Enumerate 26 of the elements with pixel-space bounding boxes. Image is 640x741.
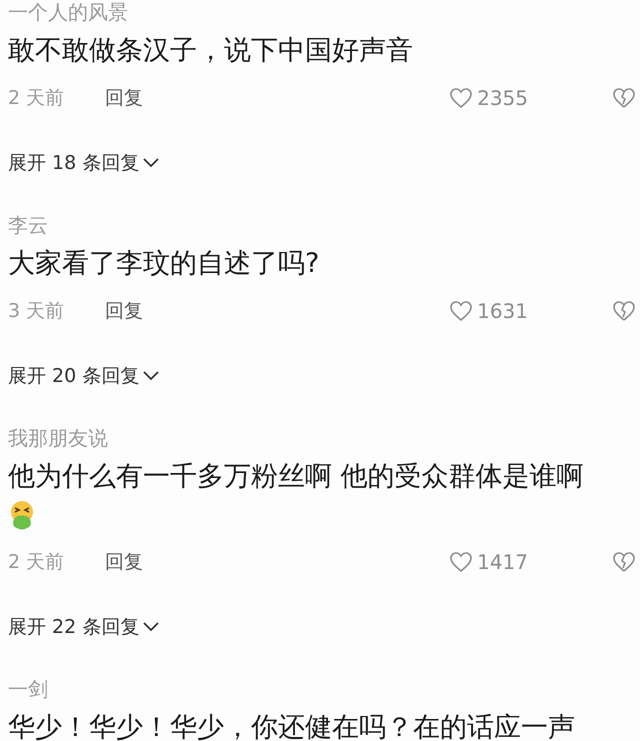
- comment-time: 2 天前: [8, 86, 66, 111]
- reply-link[interactable]: 回复: [105, 296, 143, 326]
- comment-time: 3 天前: [8, 298, 66, 324]
- reply-link[interactable]: 回复: [105, 84, 143, 112]
- expand-replies-button[interactable]: 展开 18 条回复: [8, 148, 160, 178]
- chevron-down-icon: [143, 158, 160, 168]
- like-count: 1631: [477, 298, 528, 325]
- vomiting-face-icon: [8, 500, 36, 530]
- comment-time: 2 天前: [8, 550, 66, 575]
- like-count: 2355: [477, 85, 528, 112]
- heart-icon[interactable]: [449, 87, 474, 109]
- comment-text: 华少！华少！华少，你还健在吗？在的话应一声: [8, 710, 575, 741]
- heart-icon[interactable]: [449, 551, 474, 573]
- broken-heart-icon[interactable]: [612, 551, 636, 573]
- heart-icon[interactable]: [449, 300, 474, 322]
- comment-text: 大家看了李玟的自述了吗?: [8, 246, 320, 281]
- expand-replies-button[interactable]: 展开 22 条回复: [8, 612, 160, 642]
- expand-replies-button[interactable]: 展开 20 条回复: [8, 362, 160, 390]
- comment-text: 敢不敢做条汉子，说下中国好声音: [8, 34, 413, 68]
- like-count: 1417: [477, 549, 528, 576]
- chevron-down-icon: [143, 371, 160, 381]
- broken-heart-icon[interactable]: [612, 87, 636, 109]
- reply-link[interactable]: 回复: [105, 548, 143, 576]
- comment-text: 他为什么有一千多万粉丝啊 他的受众群体是谁啊: [8, 460, 584, 494]
- chevron-down-icon: [143, 622, 160, 632]
- broken-heart-icon[interactable]: [612, 300, 636, 322]
